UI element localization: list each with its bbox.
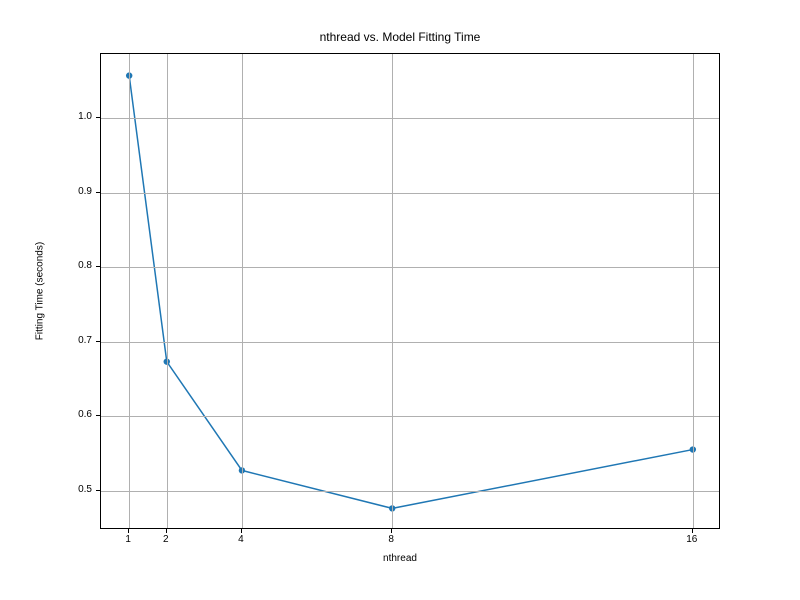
- y-tick-label: 0.5: [60, 484, 92, 495]
- x-tick-mark: [692, 529, 693, 533]
- plot-area: [100, 53, 720, 529]
- x-tick-label: 8: [371, 534, 411, 545]
- x-axis-label: nthread: [0, 553, 800, 564]
- grid-line-horizontal: [101, 118, 719, 119]
- y-axis-label: Fitting Time (seconds): [35, 242, 46, 340]
- y-tick-label: 0.8: [60, 260, 92, 271]
- x-tick-mark: [128, 529, 129, 533]
- x-tick-label: 2: [146, 534, 186, 545]
- grid-line-vertical: [392, 54, 393, 528]
- x-tick-label: 16: [672, 534, 712, 545]
- x-tick-label: 4: [221, 534, 261, 545]
- chart-title: nthread vs. Model Fitting Time: [0, 30, 800, 44]
- y-tick-mark: [96, 117, 100, 118]
- grid-line-horizontal: [101, 193, 719, 194]
- grid-line-vertical: [129, 54, 130, 528]
- data-layer: [101, 54, 721, 530]
- chart-container: nthread vs. Model Fitting Time nthread F…: [0, 0, 800, 600]
- grid-line-vertical: [167, 54, 168, 528]
- x-tick-label: 1: [108, 534, 148, 545]
- x-tick-mark: [166, 529, 167, 533]
- x-tick-mark: [391, 529, 392, 533]
- grid-line-vertical: [242, 54, 243, 528]
- grid-line-vertical: [693, 54, 694, 528]
- y-tick-label: 1.0: [60, 111, 92, 122]
- y-tick-mark: [96, 415, 100, 416]
- y-tick-mark: [96, 490, 100, 491]
- y-tick-mark: [96, 192, 100, 193]
- y-tick-mark: [96, 266, 100, 267]
- grid-line-horizontal: [101, 342, 719, 343]
- data-line: [129, 76, 693, 509]
- y-tick-mark: [96, 341, 100, 342]
- grid-line-horizontal: [101, 491, 719, 492]
- grid-line-horizontal: [101, 416, 719, 417]
- y-tick-label: 0.6: [60, 409, 92, 420]
- x-tick-mark: [241, 529, 242, 533]
- grid-line-horizontal: [101, 267, 719, 268]
- y-tick-label: 0.9: [60, 186, 92, 197]
- y-tick-label: 0.7: [60, 335, 92, 346]
